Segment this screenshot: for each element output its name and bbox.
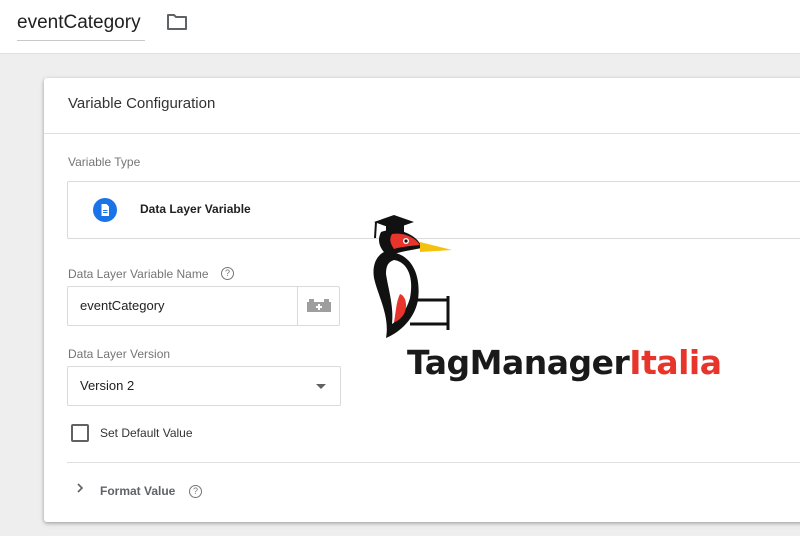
woodpecker-logo-icon bbox=[373, 215, 452, 338]
divider bbox=[44, 133, 800, 134]
brand-wordmark-part1: TagManager bbox=[407, 343, 630, 382]
variable-name-field[interactable]: eventCategory bbox=[17, 10, 145, 41]
help-icon[interactable]: ? bbox=[221, 267, 234, 280]
card-title: Variable Configuration bbox=[68, 95, 216, 112]
dlv-version-value: Version 2 bbox=[80, 378, 135, 393]
top-bar: eventCategory bbox=[0, 0, 800, 54]
dlv-version-select[interactable]: Version 2 bbox=[67, 366, 341, 406]
help-icon[interactable]: ? bbox=[189, 485, 202, 498]
dlv-name-value: eventCategory bbox=[80, 298, 165, 313]
chevron-right-icon[interactable] bbox=[75, 482, 85, 494]
default-value-label: Set Default Value bbox=[100, 426, 193, 440]
default-value-checkbox[interactable] bbox=[71, 424, 89, 442]
variable-type-name: Data Layer Variable bbox=[140, 202, 251, 216]
dlv-version-label: Data Layer Version bbox=[68, 347, 171, 361]
dlv-name-input[interactable]: eventCategory bbox=[67, 286, 340, 326]
divider bbox=[67, 462, 800, 463]
document-icon bbox=[93, 198, 117, 222]
dlv-name-label: Data Layer Variable Name bbox=[68, 267, 209, 281]
brand-wordmark: TagManagerItalia bbox=[407, 346, 722, 379]
dropdown-arrow-icon bbox=[316, 384, 326, 389]
variable-type-label: Variable Type bbox=[68, 155, 141, 169]
format-value-toggle[interactable]: Format Value bbox=[100, 484, 175, 498]
folder-icon[interactable] bbox=[166, 12, 188, 32]
brand-wordmark-part2: Italia bbox=[629, 343, 722, 382]
